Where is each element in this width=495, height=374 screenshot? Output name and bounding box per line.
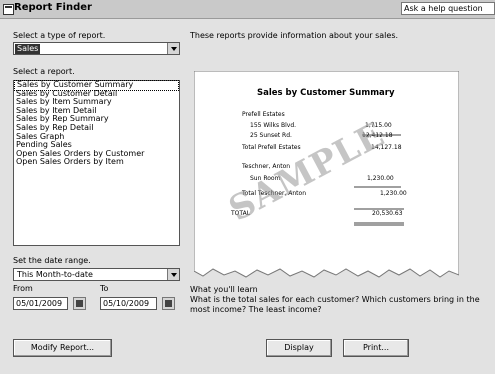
to-calendar-icon[interactable] — [162, 297, 175, 310]
date-range-value: This Month-to-date — [17, 270, 93, 279]
from-calendar-icon[interactable] — [73, 297, 86, 310]
chevron-down-icon[interactable] — [167, 269, 179, 280]
print-button[interactable]: Print... — [343, 339, 409, 357]
date-range-label: Set the date range. — [13, 256, 91, 265]
help-search-input[interactable]: Ask a help question — [401, 2, 495, 15]
to-date-field[interactable]: 05/10/2009 — [100, 297, 157, 310]
chevron-down-icon[interactable] — [167, 43, 179, 54]
title-bar: Report Finder Ask a help question — [0, 0, 495, 19]
display-button[interactable]: Display — [266, 339, 332, 357]
report-window-icon — [3, 4, 14, 15]
modify-report-button[interactable]: Modify Report... — [13, 339, 112, 357]
report-type-select[interactable]: Sales — [13, 42, 180, 55]
window-title: Report Finder — [14, 2, 92, 13]
preview-row-value: 1,230.00 — [380, 190, 407, 197]
preview-row-label: Total Prefell Estates — [242, 144, 301, 151]
from-label: From — [13, 284, 33, 293]
to-date-value: 05/10/2009 — [103, 299, 150, 308]
preview-row-label: 155 Wilks Blvd. — [250, 122, 297, 129]
date-range-select[interactable]: This Month-to-date — [13, 268, 180, 281]
from-date-field[interactable]: 05/01/2009 — [13, 297, 68, 310]
report-list[interactable]: Sales by Customer Summary Sales by Custo… — [13, 80, 180, 246]
preview-row-label: Prefell Estates — [242, 111, 285, 118]
learn-text: What is the total sales for each custome… — [190, 295, 480, 314]
report-type-label: Select a type of report. — [13, 31, 106, 40]
from-date-value: 05/01/2009 — [16, 299, 63, 308]
report-list-item[interactable]: Open Sales Orders by Item — [14, 158, 179, 167]
learn-heading: What you'll learn — [190, 285, 258, 294]
report-type-description: These reports provide information about … — [190, 31, 399, 40]
report-list-label: Select a report. — [13, 67, 75, 76]
preview-row-value: 1,230.00 — [367, 175, 394, 182]
preview-row-label: 25 Sunset Rd. — [250, 132, 292, 139]
to-label: To — [100, 284, 109, 293]
report-type-value: Sales — [15, 44, 41, 54]
preview-row-value: 20,530.63 — [372, 210, 403, 217]
preview-title: Sales by Customer Summary — [257, 88, 395, 98]
